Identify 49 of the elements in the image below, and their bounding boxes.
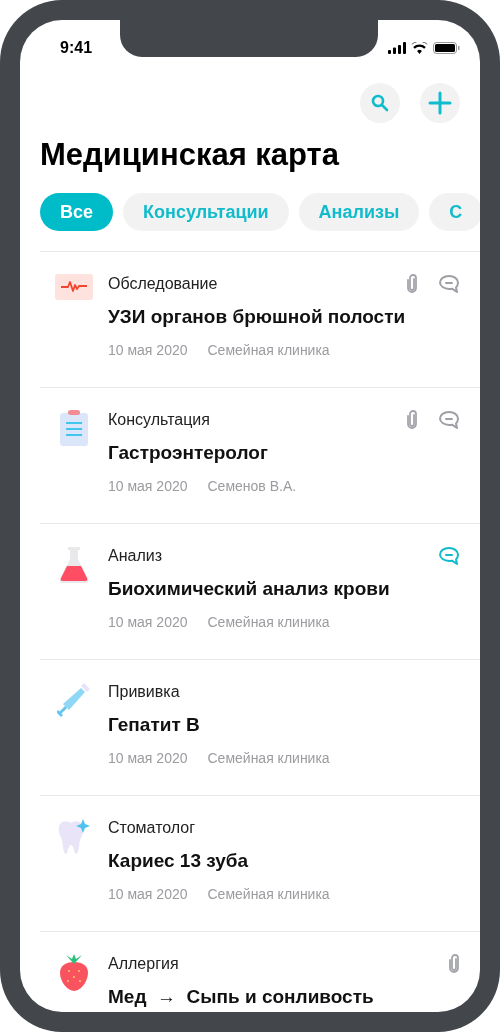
status-time: 9:41 <box>60 38 93 58</box>
record-row[interactable]: Прививка Гепатит В 10 мая 2020 Семейная клиника <box>40 659 480 795</box>
record-category: Анализ <box>108 546 162 566</box>
record-place: Семейная клиника <box>207 885 330 904</box>
search-button[interactable] <box>360 83 400 123</box>
record-date: 10 мая 2020 <box>108 749 188 768</box>
paperclip-icon[interactable] <box>406 274 418 294</box>
record-title[interactable]: Биохимический анализ крови <box>108 575 480 603</box>
record-place: Семейная клиника <box>207 749 330 768</box>
paperclip-icon[interactable] <box>448 954 460 974</box>
record-category: Консультация <box>108 410 210 430</box>
page-title: Медицинская карта <box>40 137 341 173</box>
record-place: Семенов В.А. <box>207 477 297 496</box>
search-icon <box>371 94 389 112</box>
record-category: Прививка <box>108 682 180 702</box>
paperclip-icon[interactable] <box>406 410 418 430</box>
comment-icon[interactable] <box>438 546 460 566</box>
record-row[interactable]: Стоматолог Кариес 13 зуба 10 мая 2020 Семейная клиника <box>40 795 480 931</box>
record-place: Семейная клиника <box>207 613 330 632</box>
comment-icon[interactable] <box>438 274 460 294</box>
battery-icon <box>433 42 460 54</box>
record-place: Семейная клиника <box>207 341 330 360</box>
record-category: Стоматолог <box>108 818 196 838</box>
signal-icon <box>388 42 406 54</box>
record-row[interactable]: Консультация Гастроэнтеролог 10 мая 2020 Семенов В.А. <box>40 387 480 523</box>
record-date: 10 мая 2020 <box>108 477 188 496</box>
syringe-icon <box>57 682 91 720</box>
record-title[interactable]: Гастроэнтеролог <box>108 439 480 467</box>
record-category: Аллергия <box>108 954 179 974</box>
record-row[interactable]: Анализ Биохимический анализ крови 10 мая 2020 Семейная клиника <box>40 523 480 659</box>
record-category: Обследование <box>108 274 218 294</box>
comment-icon[interactable] <box>438 410 460 430</box>
record-title[interactable]: Кариес 13 зуба <box>108 847 480 875</box>
clipboard-icon <box>60 410 88 446</box>
record-date: 10 мая 2020 <box>108 341 188 360</box>
record-title[interactable]: Гепатит В <box>108 711 480 739</box>
tooth-icon <box>56 818 92 856</box>
strawberry-icon <box>60 954 88 992</box>
record-date: 10 мая 2020 <box>108 613 188 632</box>
heartbeat-icon <box>55 274 93 300</box>
record-row[interactable]: Обследование УЗИ органов брюшной полости 10 мая 2020 Семейная клиника <box>40 251 480 387</box>
record-title[interactable]: Мед → Сыпь и сонливость <box>108 983 480 1011</box>
record-row[interactable]: Аллергия Мед → Сыпь и сонливость <box>40 931 480 1012</box>
record-date: 10 мая 2020 <box>108 885 188 904</box>
wifi-icon <box>411 42 428 54</box>
record-title[interactable]: УЗИ органов брюшной полости <box>108 303 480 331</box>
flask-icon <box>59 546 89 584</box>
plus-icon <box>428 91 452 115</box>
add-button[interactable] <box>420 83 460 123</box>
